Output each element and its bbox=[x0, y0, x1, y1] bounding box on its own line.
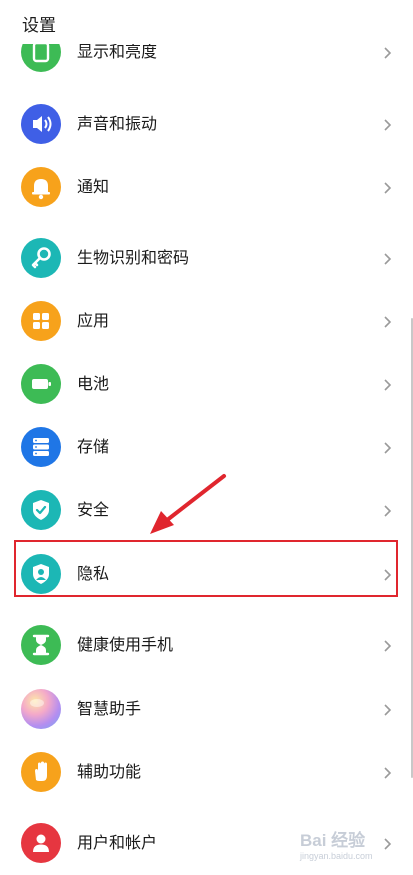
settings-row-apps[interactable]: 应用 bbox=[0, 289, 413, 353]
watermark: Bai 经验 jingyan.baidu.com bbox=[300, 832, 410, 868]
header-bar: 设置 bbox=[0, 0, 413, 44]
settings-row-label: 智慧助手 bbox=[77, 699, 142, 718]
shield-check-icon bbox=[21, 490, 61, 530]
settings-row-label: 通知 bbox=[77, 177, 110, 196]
settings-row-label: 健康使用手机 bbox=[77, 635, 174, 654]
battery-icon bbox=[21, 364, 61, 404]
settings-row-biometrics[interactable]: 生物识别和密码 bbox=[0, 226, 413, 290]
highlight-box bbox=[14, 540, 398, 597]
annotation-arrow-icon bbox=[150, 474, 226, 534]
settings-row-accessibility[interactable]: 辅助功能 bbox=[0, 740, 413, 804]
settings-row-label: 安全 bbox=[77, 500, 110, 519]
watermark-url: jingyan.baidu.com bbox=[300, 851, 373, 861]
settings-row-label: 生物识别和密码 bbox=[77, 248, 190, 267]
assistant-orb-icon bbox=[21, 689, 61, 729]
chevron-right-icon bbox=[380, 440, 394, 454]
bell-icon bbox=[21, 167, 61, 207]
chevron-right-icon bbox=[380, 702, 394, 716]
chevron-right-icon bbox=[380, 638, 394, 652]
storage-icon bbox=[21, 427, 61, 467]
chevron-right-icon bbox=[380, 503, 394, 517]
settings-row-label: 存储 bbox=[77, 437, 110, 456]
chevron-right-icon bbox=[380, 117, 394, 131]
chevron-right-icon bbox=[380, 180, 394, 194]
settings-list: 显示和亮度 声音和振动 通知 生物识别和密码 应用 电池 存储 安全 隐私 健康… bbox=[0, 0, 413, 875]
chevron-right-icon bbox=[380, 765, 394, 779]
apps-grid-icon bbox=[21, 301, 61, 341]
chevron-right-icon bbox=[380, 377, 394, 391]
speaker-icon bbox=[21, 104, 61, 144]
settings-row-label: 辅助功能 bbox=[77, 762, 142, 781]
chevron-right-icon bbox=[380, 251, 394, 265]
page-title: 设置 bbox=[22, 16, 56, 36]
settings-row-label: 应用 bbox=[77, 311, 110, 330]
key-icon bbox=[21, 238, 61, 278]
hourglass-icon bbox=[21, 625, 61, 665]
settings-row-digital-balance[interactable]: 健康使用手机 bbox=[0, 613, 413, 677]
settings-row-notifications[interactable]: 通知 bbox=[0, 155, 413, 219]
chevron-right-icon bbox=[380, 314, 394, 328]
settings-row-assistant[interactable]: 智慧助手 bbox=[0, 677, 413, 741]
settings-row-sound[interactable]: 声音和振动 bbox=[0, 92, 413, 156]
settings-row-label: 声音和振动 bbox=[77, 114, 158, 133]
user-icon bbox=[21, 823, 61, 863]
settings-row-battery[interactable]: 电池 bbox=[0, 352, 413, 416]
watermark-brand: Bai 经验 bbox=[300, 831, 366, 850]
chevron-right-icon bbox=[380, 45, 394, 59]
hand-icon bbox=[21, 752, 61, 792]
settings-row-label: 用户和帐户 bbox=[77, 833, 158, 852]
settings-row-label: 电池 bbox=[77, 374, 110, 393]
settings-row-label: 显示和亮度 bbox=[77, 42, 158, 61]
